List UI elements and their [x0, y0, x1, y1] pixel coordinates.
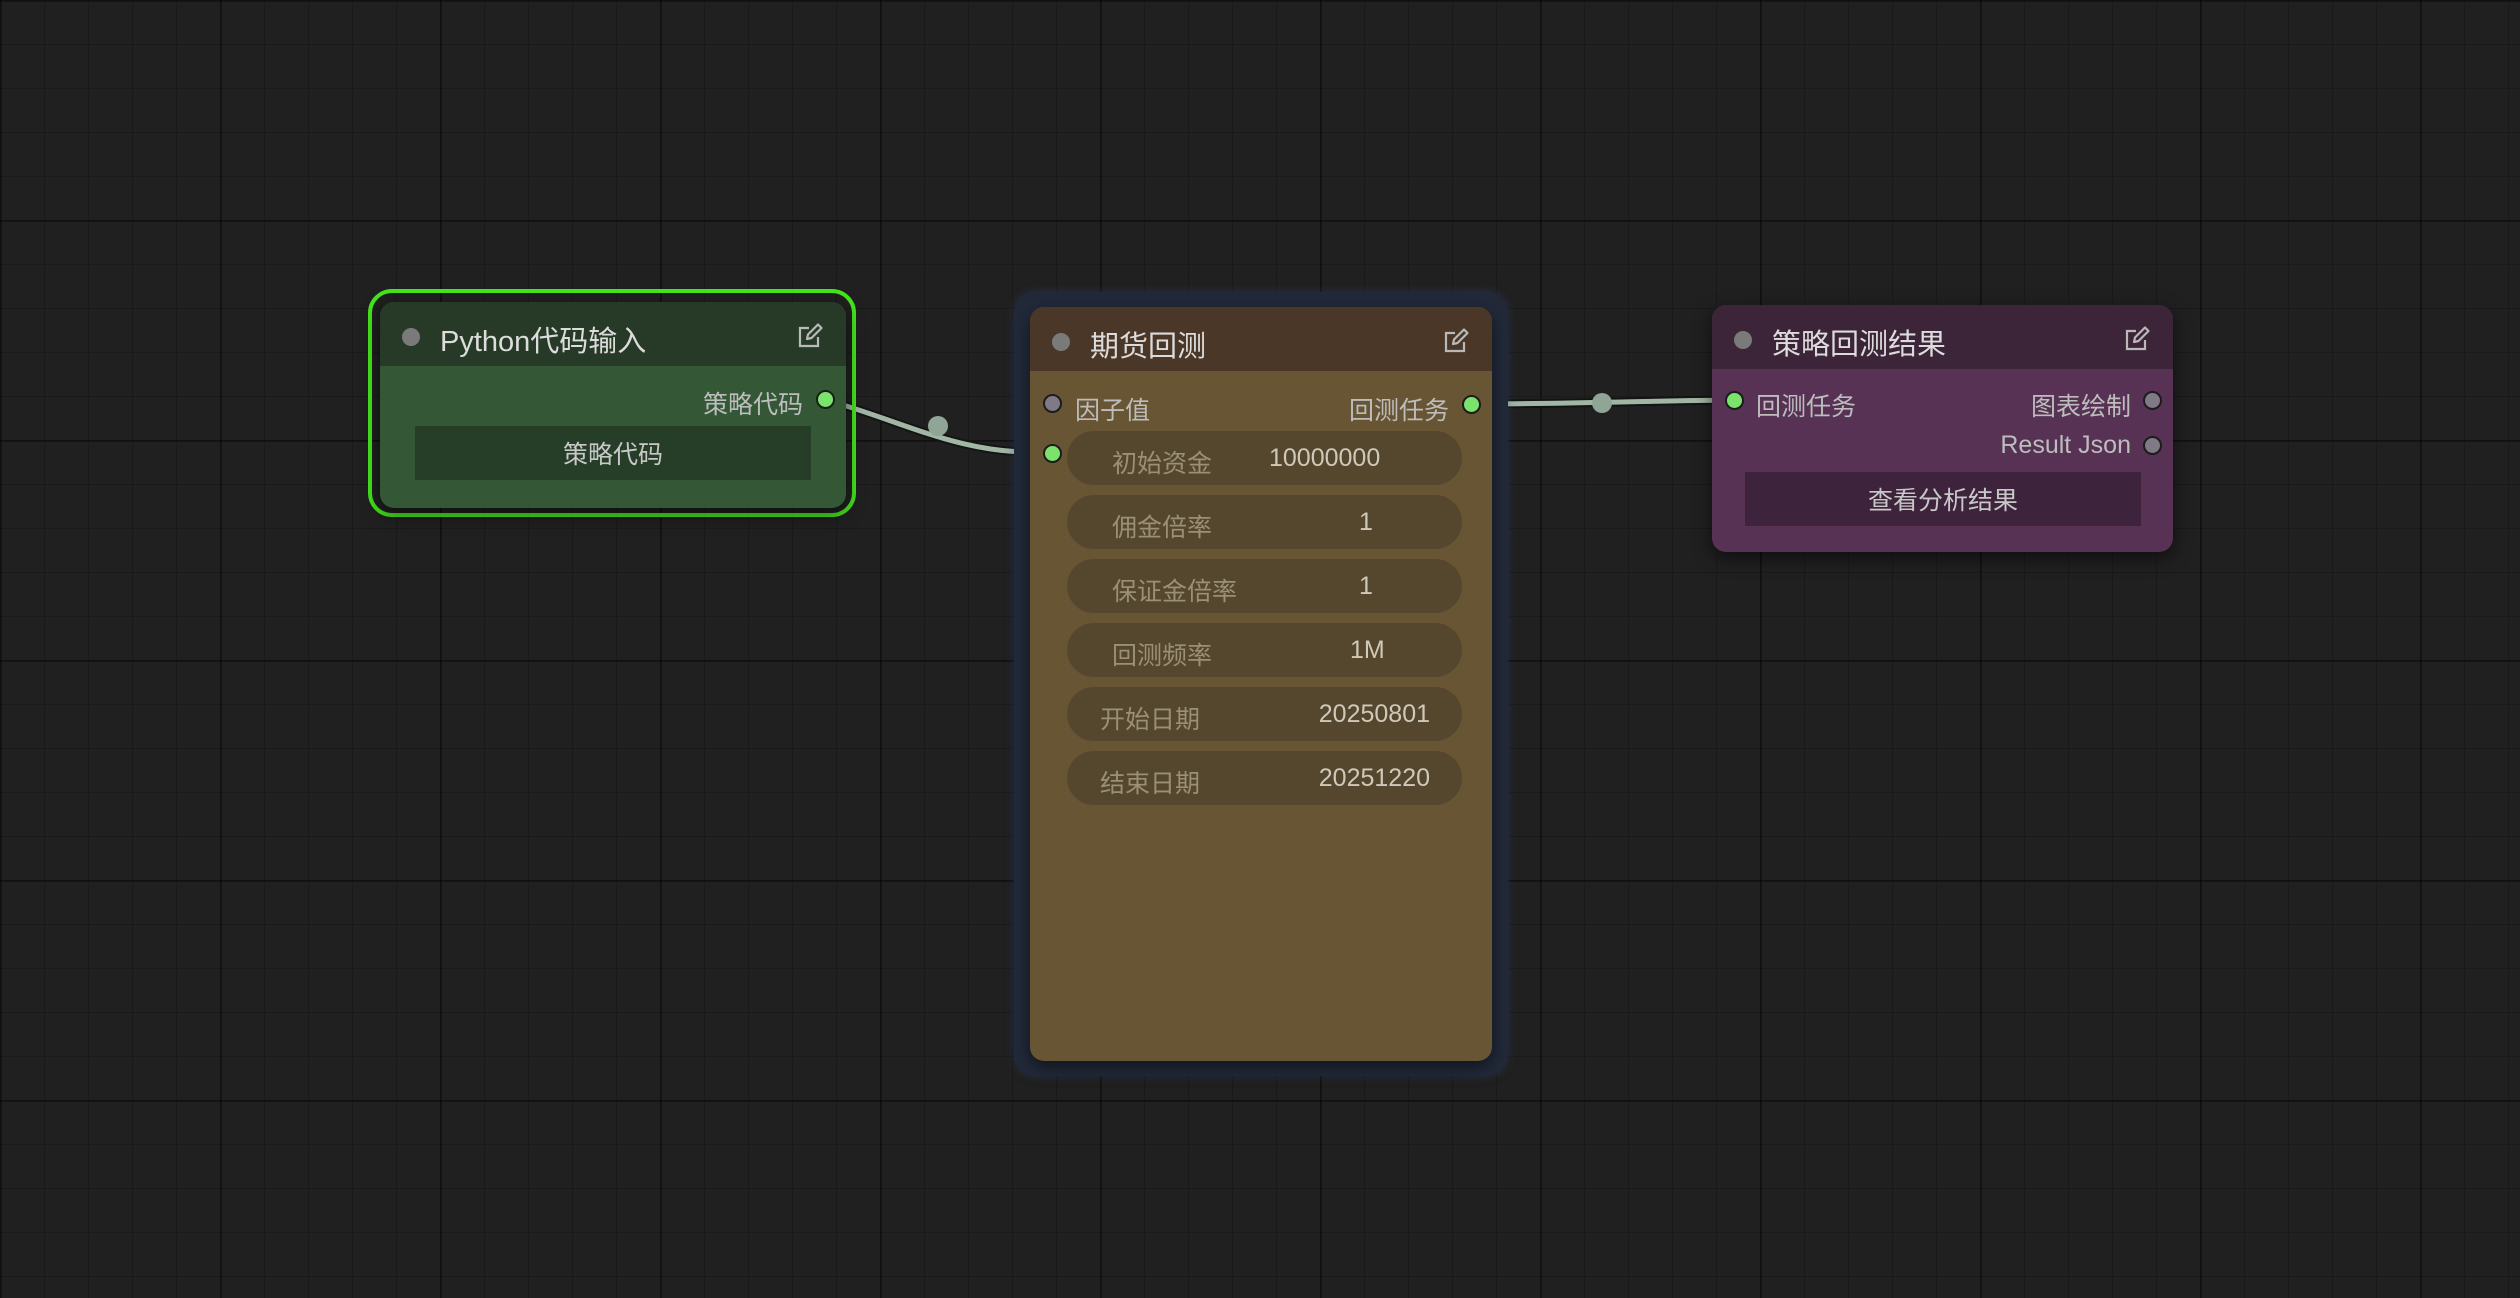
- link-midpoint-handle[interactable]: [1592, 393, 1612, 413]
- strategy-result-node[interactable]: 策略回测结果 回测任务 图表绘制 Result Json 查看分析结果: [1712, 305, 2173, 552]
- node-title: Python代码输入: [440, 326, 647, 358]
- view-analysis-button[interactable]: 查看分析结果: [1745, 472, 2141, 526]
- output-port[interactable]: [1462, 395, 1481, 414]
- output-port-chart[interactable]: [2143, 391, 2162, 410]
- field-commission-multiplier[interactable]: 佣金倍率 1: [1067, 495, 1462, 549]
- field-label: 开始日期: [1100, 706, 1201, 734]
- node-graph-canvas[interactable]: Python代码输入 策略代码 策略代码 期货回测 因子值 回测任务 初始资金 …: [0, 0, 2520, 1298]
- edit-icon[interactable]: [1442, 327, 1470, 355]
- output-port[interactable]: [816, 390, 835, 409]
- output-label: 回测任务: [1348, 397, 1449, 425]
- field-value: 20250801: [1318, 700, 1430, 728]
- input-port[interactable]: [1725, 391, 1744, 410]
- field-label: 回测频率: [1112, 642, 1213, 670]
- edit-icon[interactable]: [2123, 325, 2151, 353]
- field-backtest-frequency[interactable]: 回测频率 1M: [1067, 623, 1462, 677]
- node-header[interactable]: 期货回测: [1030, 307, 1492, 371]
- field-initial-capital[interactable]: 初始资金 10000000: [1067, 431, 1462, 485]
- output-port-json[interactable]: [2143, 436, 2162, 455]
- input-label: 因子值: [1075, 397, 1151, 425]
- field-label: 初始资金: [1112, 450, 1213, 478]
- field-value: 10000000: [1269, 444, 1381, 472]
- node-header[interactable]: 策略回测结果: [1712, 305, 2173, 369]
- python-code-input-node[interactable]: Python代码输入 策略代码 策略代码: [380, 302, 846, 508]
- field-value: 1: [1359, 572, 1373, 600]
- node-title: 策略回测结果: [1772, 329, 1947, 361]
- field-value: 1: [1359, 508, 1373, 536]
- field-label: 结束日期: [1100, 770, 1201, 798]
- edit-icon[interactable]: [796, 322, 824, 350]
- field-label: 保证金倍率: [1112, 578, 1238, 606]
- collapse-toggle[interactable]: [1052, 333, 1070, 351]
- field-label: 佣金倍率: [1112, 514, 1213, 542]
- output-label-json: Result Json: [2000, 431, 2131, 459]
- collapse-toggle[interactable]: [402, 328, 420, 346]
- field-start-date[interactable]: 开始日期 20250801: [1067, 687, 1462, 741]
- field-end-date[interactable]: 结束日期 20251220: [1067, 751, 1462, 805]
- input-port-code[interactable]: [1043, 444, 1062, 463]
- output-label: 策略代码: [702, 391, 803, 419]
- node-title: 期货回测: [1090, 331, 1207, 363]
- strategy-code-button[interactable]: 策略代码: [415, 426, 811, 480]
- field-value: 20251220: [1318, 764, 1430, 792]
- collapse-toggle[interactable]: [1734, 331, 1752, 349]
- input-port-factor[interactable]: [1043, 394, 1062, 413]
- field-margin-multiplier[interactable]: 保证金倍率 1: [1067, 559, 1462, 613]
- futures-backtest-node[interactable]: 期货回测 因子值 回测任务 初始资金 10000000 佣金倍率 1 保证金倍率…: [1030, 307, 1492, 1061]
- node-header[interactable]: Python代码输入: [380, 302, 846, 366]
- output-label-chart: 图表绘制: [2030, 393, 2131, 421]
- link-midpoint-handle[interactable]: [928, 416, 948, 436]
- field-value: 1M: [1350, 636, 1385, 664]
- input-label: 回测任务: [1756, 393, 1857, 421]
